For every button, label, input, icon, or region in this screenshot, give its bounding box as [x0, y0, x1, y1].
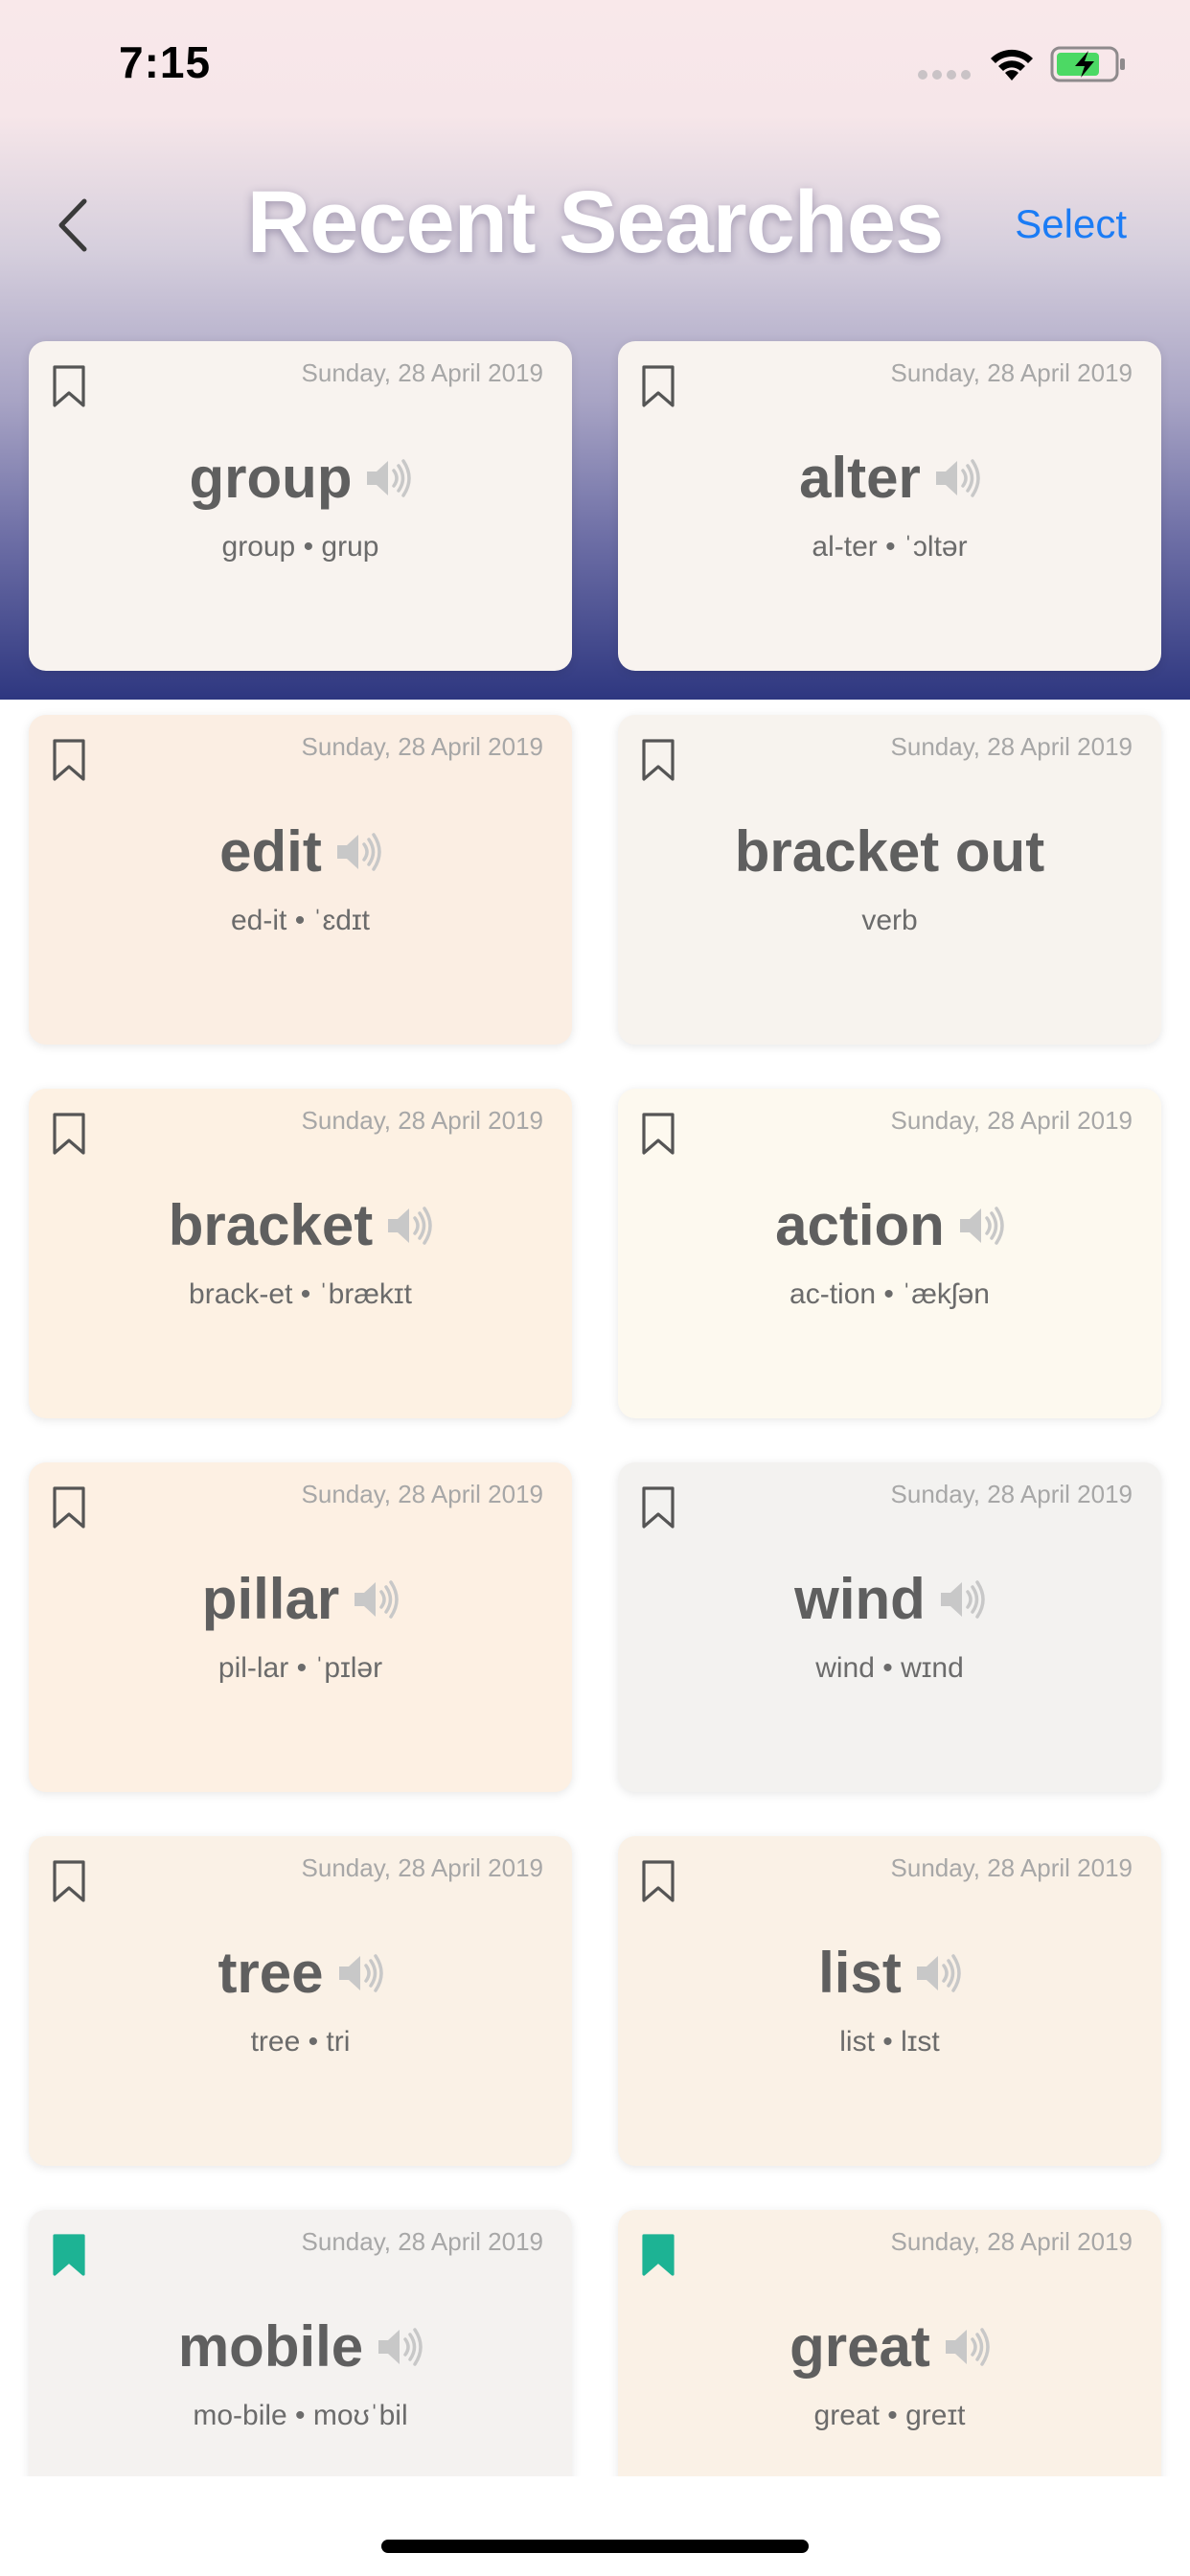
word-row: tree [29, 1940, 572, 2006]
pronunciation: great • greɪt [813, 2400, 966, 2431]
bookmark-icon[interactable] [641, 1859, 675, 1903]
search-card[interactable]: Sunday, 28 April 2019 wind wind • wɪnd [618, 1462, 1161, 1792]
pronunciation: wind • wɪnd [815, 1652, 964, 1684]
word-row: edit [29, 818, 572, 885]
word-row: list [618, 1940, 1161, 2006]
speaker-icon[interactable] [335, 1951, 383, 1995]
search-card[interactable]: Sunday, 28 April 2019 pillar pil-lar • ˈ… [29, 1462, 572, 1792]
speaker-icon[interactable] [363, 456, 412, 500]
word-row: mobile [29, 2313, 572, 2380]
status-bar: 7:15 [0, 0, 1190, 134]
search-date: Sunday, 28 April 2019 [890, 2227, 1133, 2256]
pronunciation: tree • tri [250, 2026, 351, 2058]
bookmark-icon[interactable] [52, 364, 86, 408]
word-title: tree [217, 1941, 324, 2005]
word-row: bracket out [618, 818, 1161, 885]
word-row: wind [618, 1566, 1161, 1632]
word-title: edit [219, 819, 322, 884]
word-title: list [818, 1941, 902, 2005]
search-card[interactable]: Sunday, 28 April 2019 bracket out verb [618, 715, 1161, 1045]
search-card[interactable]: Sunday, 28 April 2019 bracket brack-et •… [29, 1089, 572, 1418]
search-card[interactable]: Sunday, 28 April 2019 edit ed-it • ˈɛdɪt [29, 715, 572, 1045]
pronunciation: verb [861, 905, 918, 936]
speaker-icon[interactable] [384, 1204, 432, 1248]
word-title: wind [794, 1567, 926, 1631]
word-row: pillar [29, 1566, 572, 1632]
search-date: Sunday, 28 April 2019 [890, 1853, 1133, 1882]
bookmark-icon[interactable] [641, 1485, 675, 1530]
status-time: 7:15 [119, 37, 212, 87]
pronunciation: group • grup [221, 531, 379, 563]
speaker-icon[interactable] [932, 456, 980, 500]
bookmark-icon[interactable] [52, 2233, 86, 2277]
speaker-icon[interactable] [956, 1204, 1004, 1248]
pronunciation: mo-bile • moʊˈbil [193, 2400, 408, 2431]
bookmark-icon[interactable] [641, 738, 675, 782]
bookmark-icon[interactable] [52, 1485, 86, 1530]
search-card[interactable]: Sunday, 28 April 2019 action ac-tion • ˈ… [618, 1089, 1161, 1418]
word-row: group [29, 445, 572, 511]
search-date: Sunday, 28 April 2019 [301, 1480, 543, 1508]
home-indicator[interactable] [381, 2540, 809, 2553]
bookmark-icon[interactable] [52, 1859, 86, 1903]
word-title: bracket out [734, 819, 1045, 884]
speaker-icon[interactable] [913, 1951, 961, 1995]
speaker-icon[interactable] [333, 830, 381, 874]
search-date: Sunday, 28 April 2019 [890, 1106, 1133, 1135]
word-title: action [775, 1193, 945, 1257]
recent-searches-grid: Sunday, 28 April 2019 group group • grup… [29, 341, 1162, 2540]
pronunciation: list • lɪst [839, 2026, 940, 2058]
speaker-icon[interactable] [375, 2325, 423, 2369]
speaker-icon[interactable] [937, 1577, 985, 1622]
word-title: bracket [168, 1193, 374, 1257]
pronunciation: ac-tion • ˈækʃən [790, 1278, 990, 1310]
bookmark-icon[interactable] [52, 1112, 86, 1156]
word-title: mobile [177, 2314, 364, 2379]
search-date: Sunday, 28 April 2019 [301, 1853, 543, 1882]
speaker-icon[interactable] [351, 1577, 399, 1622]
speaker-icon[interactable] [942, 2325, 990, 2369]
search-date: Sunday, 28 April 2019 [301, 732, 543, 761]
wifi-icon [991, 49, 1033, 80]
word-row: great [618, 2313, 1161, 2380]
bookmark-icon[interactable] [641, 364, 675, 408]
search-date: Sunday, 28 April 2019 [890, 732, 1133, 761]
bookmark-icon[interactable] [641, 1112, 675, 1156]
select-button[interactable]: Select [1015, 201, 1127, 247]
search-date: Sunday, 28 April 2019 [301, 358, 543, 387]
word-row: action [618, 1192, 1161, 1258]
search-date: Sunday, 28 April 2019 [890, 358, 1133, 387]
search-card[interactable]: Sunday, 28 April 2019 group group • grup [29, 341, 572, 671]
pronunciation: ed-it • ˈɛdɪt [231, 905, 370, 936]
pronunciation: al-ter • ˈɔltər [812, 531, 968, 563]
search-date: Sunday, 28 April 2019 [301, 1106, 543, 1135]
pronunciation: brack-et • ˈbrækɪt [189, 1278, 412, 1310]
word-row: alter [618, 445, 1161, 511]
battery-charging-icon [1050, 46, 1125, 82]
search-card[interactable]: Sunday, 28 April 2019 tree tree • tri [29, 1836, 572, 2166]
word-title: great [790, 2314, 930, 2379]
word-title: pillar [201, 1567, 340, 1631]
word-row: bracket [29, 1192, 572, 1258]
word-title: group [189, 446, 353, 510]
word-title: alter [799, 446, 921, 510]
cellular-signal-icon [918, 70, 971, 80]
bottom-safe-area [0, 2476, 1190, 2576]
bookmark-icon[interactable] [52, 738, 86, 782]
page-title: Recent Searches [246, 173, 945, 271]
pronunciation: pil-lar • ˈpɪlər [217, 1652, 383, 1684]
search-card[interactable]: Sunday, 28 April 2019 alter al-ter • ˈɔl… [618, 341, 1161, 671]
search-card[interactable]: Sunday, 28 April 2019 list list • lɪst [618, 1836, 1161, 2166]
bookmark-icon[interactable] [641, 2233, 675, 2277]
search-date: Sunday, 28 April 2019 [890, 1480, 1133, 1508]
search-date: Sunday, 28 April 2019 [301, 2227, 543, 2256]
